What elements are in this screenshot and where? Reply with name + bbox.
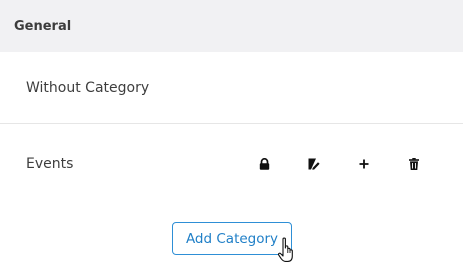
edit-icon[interactable] [303,153,325,175]
plus-icon[interactable] [353,153,375,175]
category-label: Events [26,155,74,172]
add-category-label: Add Category [185,230,279,247]
category-row[interactable]: Without Category [0,52,463,124]
section-title: General [14,18,72,34]
lock-icon[interactable] [253,153,275,175]
section-header: General [0,0,463,52]
category-label: Without Category [26,79,150,96]
category-panel: General Without Category Events Add Cate… [0,0,463,271]
category-row[interactable]: Events [0,125,463,202]
trash-icon[interactable] [403,153,425,175]
add-category-button[interactable]: Add Category [172,222,292,255]
